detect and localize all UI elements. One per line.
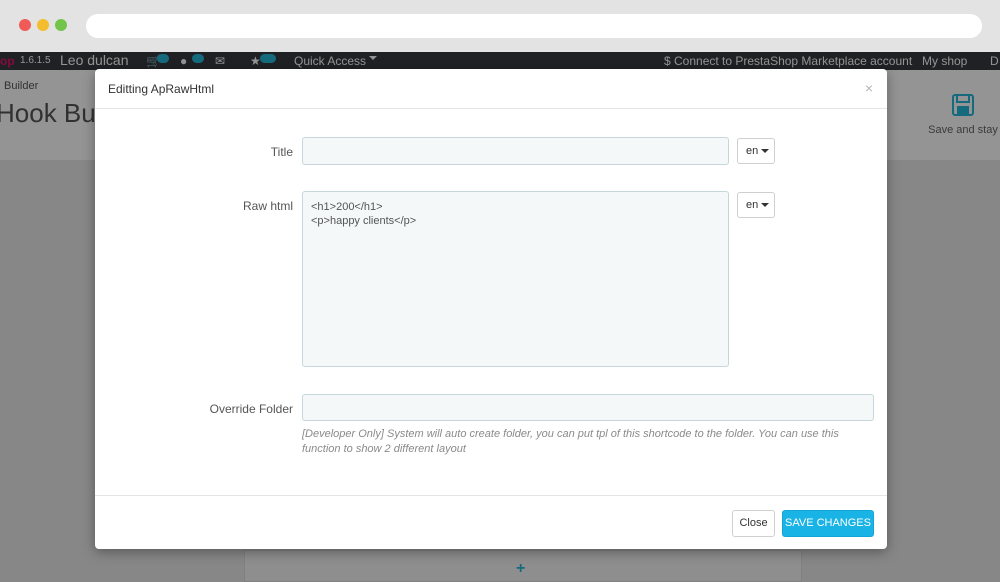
window-close-dot[interactable] <box>19 19 31 31</box>
raw-html-textarea[interactable]: <h1>200</h1> <p>happy clients</p> <box>302 191 729 367</box>
browser-toolbar <box>0 0 1000 52</box>
window-maximize-dot[interactable] <box>55 19 67 31</box>
caret-down-icon <box>761 149 770 154</box>
save-changes-button[interactable]: SAVE CHANGES <box>782 510 874 537</box>
modal-footer: Close SAVE CHANGES <box>95 495 887 549</box>
close-icon[interactable]: × <box>865 80 873 96</box>
modal-title: Editting ApRawHtml <box>108 82 215 96</box>
raw-html-language-dropdown[interactable]: en <box>737 192 775 218</box>
raw-html-label: Raw html <box>242 199 293 213</box>
edit-modal: Editting ApRawHtml × Title en Raw html <… <box>95 69 887 549</box>
window-minimize-dot[interactable] <box>37 19 49 31</box>
address-bar[interactable] <box>86 14 982 38</box>
modal-header: Editting ApRawHtml × <box>95 69 887 109</box>
close-button[interactable]: Close <box>732 510 775 537</box>
title-label: Title <box>270 145 293 159</box>
override-folder-label: Override Folder <box>209 402 293 416</box>
override-folder-help-text: [Developer Only] System will auto create… <box>302 428 839 455</box>
title-input[interactable] <box>302 137 729 165</box>
override-folder-input[interactable] <box>302 394 874 421</box>
title-language-dropdown[interactable]: en <box>737 138 775 164</box>
caret-down-icon <box>761 203 770 208</box>
